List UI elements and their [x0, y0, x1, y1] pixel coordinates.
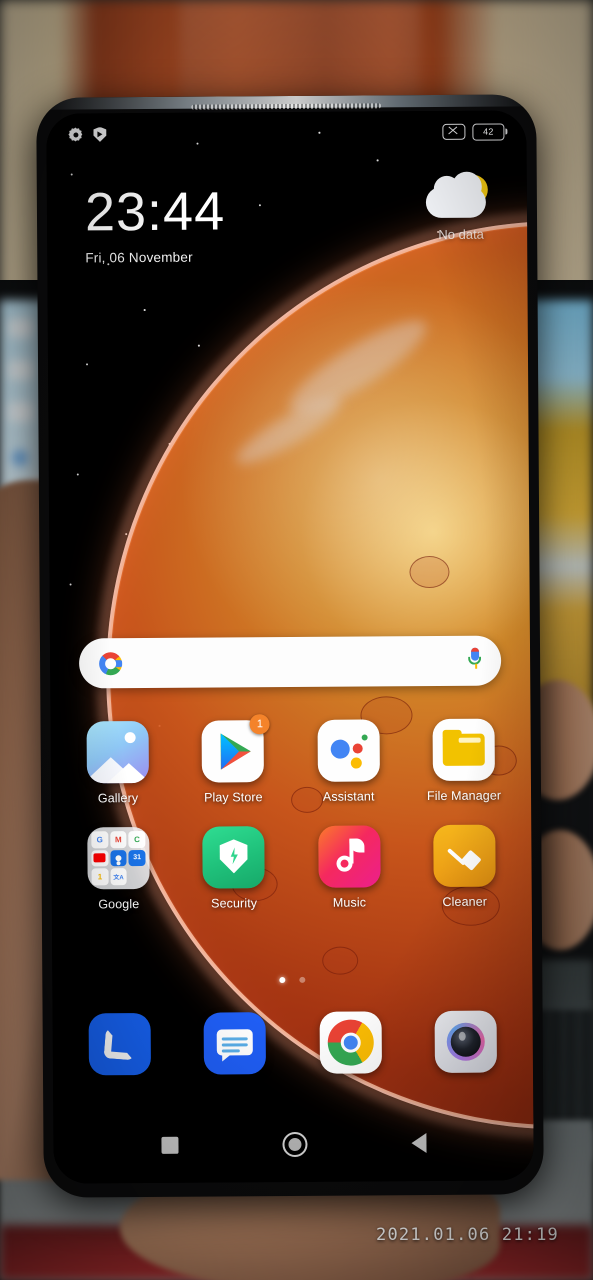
app-label: Cleaner — [442, 894, 488, 909]
app-play-store[interactable]: 1 Play Store — [180, 714, 287, 805]
google-search-bar[interactable] — [78, 635, 502, 689]
photograph-of-phone: 42 23:44 Fri, 06 November No data Galler… — [0, 0, 593, 1280]
dock — [67, 1010, 519, 1076]
chrome-icon[interactable] — [319, 1011, 382, 1074]
status-bar-right: 42 — [442, 122, 505, 141]
clock-date: Fri, 06 November — [85, 249, 193, 266]
mini-calendar-icon: 31 — [128, 849, 146, 867]
status-bar: 42 — [46, 110, 526, 155]
phone-icon[interactable] — [88, 1012, 151, 1076]
gallery-icon[interactable] — [86, 720, 149, 784]
no-sim-icon — [442, 123, 466, 140]
mini-translate-icon: 文A — [110, 868, 127, 886]
navigation-bar — [53, 1116, 533, 1171]
app-label: Music — [332, 895, 367, 910]
battery-icon: 42 — [472, 122, 505, 141]
clock-widget[interactable]: 23:44 Fri, 06 November — [84, 181, 226, 266]
google-g-icon — [99, 651, 123, 675]
app-label: Play Store — [203, 790, 263, 805]
google-folder-icon[interactable]: G M C 31 1 文A — [87, 826, 150, 890]
camera-timestamp-watermark: 2021.01.06 21:19 — [376, 1225, 559, 1245]
back-button[interactable] — [410, 1133, 427, 1154]
settings-gear-icon — [68, 127, 82, 141]
dock-app-camera[interactable] — [413, 1010, 519, 1073]
app-folder-google[interactable]: G M C 31 1 文A Google — [65, 826, 172, 912]
microphone-icon[interactable] — [468, 647, 482, 674]
notification-badge: 1 — [249, 714, 270, 735]
sun-behind-cloud-icon — [424, 174, 498, 222]
dock-app-phone[interactable] — [67, 1012, 173, 1076]
assistant-icon[interactable] — [317, 719, 380, 782]
app-label: Google — [98, 897, 140, 912]
app-cleaner[interactable]: Cleaner — [411, 824, 518, 909]
cleaner-icon[interactable] — [433, 824, 496, 888]
app-label: File Manager — [426, 788, 502, 804]
mini-google-icon: G — [91, 831, 109, 849]
phone-screen[interactable]: 42 23:44 Fri, 06 November No data Galler… — [46, 110, 534, 1184]
page-dot-active[interactable] — [279, 977, 286, 984]
app-label: Assistant — [322, 789, 375, 804]
security-shield-icon — [93, 127, 106, 142]
mini-contacts-icon — [110, 849, 127, 867]
status-bar-left — [68, 127, 106, 142]
file-manager-icon[interactable] — [432, 718, 495, 782]
weather-status-label: No data — [438, 226, 484, 242]
app-label: Gallery — [97, 791, 139, 806]
home-button[interactable] — [281, 1131, 308, 1157]
search-input[interactable] — [121, 635, 469, 689]
cloud-icon — [425, 186, 487, 219]
earpiece-speaker — [191, 103, 382, 110]
mini-youtube-icon — [91, 849, 109, 867]
battery-level-label: 42 — [483, 126, 494, 137]
dock-app-messages[interactable] — [182, 1012, 288, 1075]
app-music[interactable]: Music — [296, 825, 403, 910]
page-dot[interactable] — [299, 976, 306, 983]
app-gallery[interactable]: Gallery — [65, 720, 172, 806]
clock-time: 23:44 — [84, 181, 226, 243]
app-grid: Gallery 1 Play Store Assistant File Mana… — [65, 714, 518, 933]
smartphone-device: 42 23:44 Fri, 06 November No data Galler… — [36, 94, 544, 1198]
app-row: Gallery 1 Play Store Assistant File Mana… — [65, 714, 518, 806]
app-file-manager[interactable]: File Manager — [410, 718, 517, 803]
weather-widget[interactable]: No data — [413, 174, 509, 242]
music-icon[interactable] — [317, 825, 381, 888]
app-assistant[interactable]: Assistant — [295, 719, 402, 804]
camera-icon[interactable] — [434, 1010, 497, 1073]
security-icon[interactable] — [202, 826, 266, 889]
app-security[interactable]: Security — [181, 826, 288, 911]
mini-drive-icon: 1 — [91, 868, 109, 886]
recents-button[interactable] — [160, 1136, 179, 1154]
mini-chrome-icon: C — [128, 831, 146, 848]
mini-gmail-icon: M — [109, 831, 127, 848]
app-row: G M C 31 1 文A Google Security Music Clea… — [65, 824, 518, 911]
messages-icon[interactable] — [203, 1012, 267, 1075]
dock-app-chrome[interactable] — [297, 1011, 403, 1074]
app-label: Security — [211, 896, 258, 911]
